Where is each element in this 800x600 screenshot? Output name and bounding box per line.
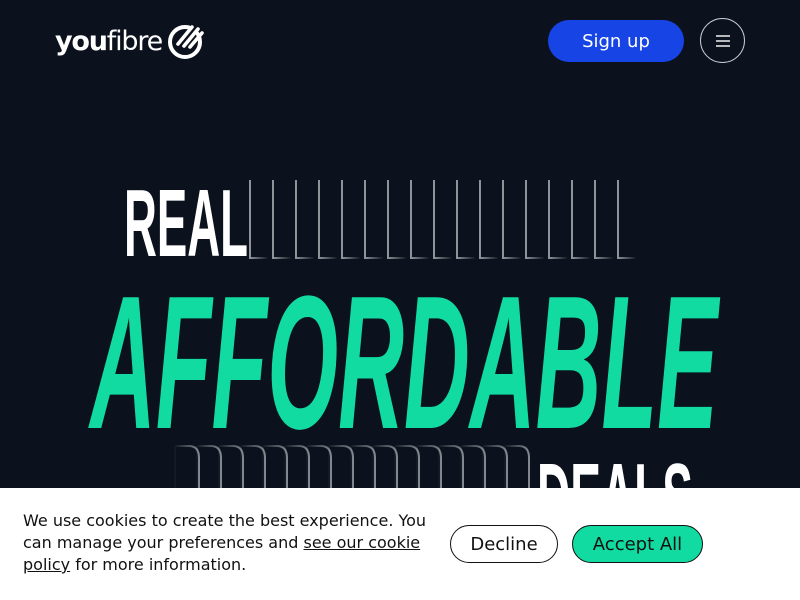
cookie-message: We use cookies to create the best experi… bbox=[23, 510, 433, 576]
logo-text-bold: you bbox=[55, 25, 108, 57]
hero-line-deals: DEALS bbox=[537, 444, 693, 488]
youfibre-logo[interactable]: youfibre bbox=[55, 20, 206, 62]
echo-letter-l bbox=[272, 180, 291, 259]
hero-headline-graphic: REAL AFFORDABLE DEALS bbox=[88, 170, 721, 488]
echo-letter-l bbox=[617, 180, 636, 259]
echo-letter-l bbox=[571, 180, 590, 259]
echo-letter-l bbox=[502, 180, 521, 259]
hero-banner: REAL AFFORDABLE DEALS bbox=[0, 82, 800, 488]
echo-letter-l bbox=[479, 180, 498, 259]
menu-button[interactable] bbox=[700, 18, 745, 63]
decline-cookies-button[interactable]: Decline bbox=[450, 525, 558, 563]
echo-letter-l bbox=[295, 180, 314, 259]
site-header: youfibre Sign up bbox=[0, 0, 800, 82]
echo-letter-l bbox=[525, 180, 544, 259]
echo-letter-l bbox=[410, 180, 429, 259]
echo-letter-l bbox=[594, 180, 613, 259]
echo-letter-l bbox=[341, 180, 360, 259]
cookie-banner: We use cookies to create the best experi… bbox=[0, 488, 800, 600]
echo-letter-l bbox=[456, 180, 475, 259]
echo-letter-l bbox=[433, 180, 452, 259]
youfibre-mark-icon bbox=[168, 21, 204, 59]
echo-letter-l bbox=[318, 180, 337, 259]
echo-letter-l bbox=[548, 180, 567, 259]
hero-line-affordable: AFFORDABLE bbox=[88, 257, 720, 469]
logo-wordmark: youfibre bbox=[55, 25, 163, 57]
accept-all-cookies-button[interactable]: Accept All bbox=[572, 525, 703, 563]
logo-text-light: fibre bbox=[106, 25, 163, 57]
echo-letter-l bbox=[249, 180, 268, 259]
echo-letter-l bbox=[387, 180, 406, 259]
cookie-text-end: for more information. bbox=[70, 555, 247, 574]
echo-letter-l bbox=[364, 180, 383, 259]
echo-trail-top bbox=[249, 180, 636, 259]
hamburger-menu-icon bbox=[715, 34, 730, 47]
signup-button[interactable]: Sign up bbox=[548, 20, 684, 62]
